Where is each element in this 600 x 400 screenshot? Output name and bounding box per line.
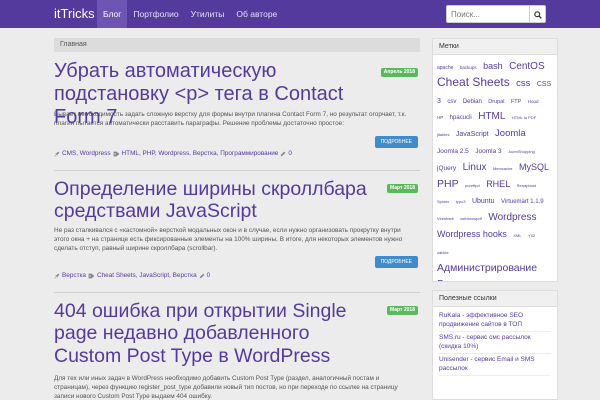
nav-item-blog[interactable]: Блог: [97, 0, 128, 28]
nav-item-portfolio[interactable]: Портфолио: [127, 0, 184, 28]
post-title[interactable]: Определение ширины скроллбара средствами…: [54, 178, 372, 223]
tag-link[interactable]: Drupal: [488, 99, 504, 105]
post-excerpt: Не раз сталкивался с «кастомной» верстко…: [54, 227, 403, 252]
tag-link[interactable]: zabbix: [437, 250, 449, 255]
post-divider: [54, 170, 420, 171]
post-date-badge: Март 2018: [387, 184, 418, 193]
tag-link[interactable]: HP: [437, 115, 443, 121]
main-content: Главная Убрать автоматическую подстановк…: [54, 38, 420, 400]
tag-link[interactable]: Joomla 3: [475, 148, 501, 155]
tag-link[interactable]: JoomShopping: [508, 149, 535, 154]
tag-link[interactable]: Верстка: [437, 278, 476, 281]
tag-link[interactable]: Joomla: [495, 128, 526, 139]
tag-link[interactable]: HTML: [478, 111, 505, 123]
tag-link[interactable]: RHEL: [486, 179, 510, 189]
tag-link[interactable]: Memcache: [493, 166, 513, 171]
links-panel-title: Полезные ссылки: [433, 291, 557, 307]
read-more-button[interactable]: ПОДРОБНЕЕ: [374, 256, 418, 268]
post-categories[interactable]: Верстка: [62, 272, 86, 279]
links-panel: Полезные ссылки RuKala - эффективное SEO…: [432, 290, 558, 400]
post-comments-count[interactable]: 0: [207, 272, 211, 279]
pencil-icon: [280, 151, 286, 156]
tag-link[interactable]: backups: [460, 65, 477, 70]
tag-link[interactable]: pureftpd: [465, 183, 480, 188]
tag-link[interactable]: PHP: [437, 178, 459, 190]
post-card: Определение ширины скроллбара средствами…: [54, 178, 420, 290]
tag-link[interactable]: XML: [513, 233, 521, 238]
post-divider: [54, 292, 420, 293]
pencil-icon: [199, 273, 205, 278]
post-comments-count[interactable]: 0: [288, 150, 292, 157]
tag-link[interactable]: csv: [447, 99, 456, 105]
tag-link[interactable]: CentOS: [509, 61, 545, 72]
tag-link[interactable]: hpacucli: [450, 115, 472, 121]
post-date-badge: Март 2018: [387, 306, 418, 315]
search-button[interactable]: [530, 5, 546, 23]
post-card: 404 ошибка при открытии Single page неда…: [54, 300, 420, 400]
tag-link[interactable]: typo3: [456, 199, 466, 204]
navbar: itTricks Блог Портфолио Утилиты Об автор…: [0, 0, 600, 28]
tag-link[interactable]: Wordpress: [488, 212, 536, 223]
useful-link[interactable]: RuKala - эффективное SEO продвижение сай…: [439, 310, 551, 332]
tag-link[interactable]: Администрирование: [437, 262, 537, 274]
tag-link[interactable]: Vireshark: [437, 216, 454, 221]
tag-link[interactable]: Cheat Sheets: [437, 75, 510, 89]
tag-link[interactable]: Wordpress hooks: [437, 229, 507, 239]
nav-item-utilities[interactable]: Утилиты: [185, 0, 231, 28]
post-meta: CMS, Wordpress HTML, PHP, Wordpress, Вер…: [54, 150, 292, 157]
tag-link[interactable]: Debian: [463, 99, 482, 105]
tag-link[interactable]: Ubuntu: [472, 198, 495, 205]
post-title[interactable]: 404 ошибка при открытии Single page неда…: [54, 300, 372, 367]
pin-icon: [54, 273, 60, 279]
tags-panel-title: Метки: [433, 39, 557, 55]
nav-item-about[interactable]: Об авторе: [230, 0, 283, 28]
tag-link[interactable]: MySQL: [519, 162, 549, 172]
tag-icon: [88, 273, 95, 278]
tag-link[interactable]: Sphinx: [437, 199, 449, 204]
tag-link[interactable]: YII2: [528, 233, 535, 238]
tag-link[interactable]: jitables: [437, 132, 449, 137]
tag-link[interactable]: Joomla 2.5: [437, 148, 469, 155]
post-card: Убрать автоматическую подстановку <p> те…: [54, 60, 420, 170]
tag-link[interactable]: JavaScript: [456, 131, 489, 138]
search-input[interactable]: [446, 5, 530, 23]
site-logo[interactable]: itTricks: [54, 6, 95, 21]
useful-link[interactable]: Unisender - сервис Email и SMS рассылок: [439, 354, 551, 376]
tag-link[interactable]: css: [516, 78, 530, 89]
tag-icon: [113, 151, 119, 156]
read-more-button[interactable]: ПОДРОБНЕЕ: [374, 136, 418, 148]
tag-link[interactable]: HTML to PDF: [512, 115, 536, 120]
post-meta: Верстка Cheat Sheets, JavaScript, Верстк…: [54, 272, 210, 279]
tag-link[interactable]: apache: [437, 65, 453, 71]
tag-link[interactable]: webbrowpdf: [460, 216, 482, 221]
post-tags[interactable]: HTML, PHP, Wordpress, Верстка, Программи…: [122, 150, 279, 157]
tag-link[interactable]: Hood: [528, 99, 539, 104]
breadcrumb[interactable]: Главная: [54, 38, 420, 52]
tag-link[interactable]: Virtuemart 1.1.9: [501, 199, 544, 205]
post-date-badge: Апрель 2018: [380, 68, 418, 77]
tag-link[interactable]: bash: [483, 61, 503, 71]
tag-link[interactable]: Linux: [463, 162, 487, 173]
search-icon: [534, 11, 542, 19]
tag-link[interactable]: jQuery: [437, 165, 456, 172]
tag-link[interactable]: Renaphost: [517, 183, 536, 188]
post-tags[interactable]: Cheat Sheets, JavaScript, Верстка: [97, 272, 197, 279]
useful-link[interactable]: SMS.ru - сервис смс рассылок (скидка 10%…: [439, 332, 551, 354]
post-excerpt: Бывает необходимость задать сложную верс…: [54, 111, 407, 127]
links-list: RuKala - эффективное SEO продвижение сай…: [433, 307, 557, 379]
tags-panel: Метки apache backups bash CentOS Cheat S…: [432, 38, 558, 282]
tag-link[interactable]: FTP: [511, 99, 521, 105]
post-excerpt: Для тех или иных задач в WordPress необх…: [54, 375, 398, 400]
main-nav: Блог Портфолио Утилиты Об авторе: [97, 0, 283, 28]
post-categories[interactable]: CMS, Wordpress: [62, 150, 111, 157]
tag-cloud: apache backups bash CentOS Cheat Sheets …: [433, 55, 557, 281]
pin-icon: [54, 151, 60, 157]
